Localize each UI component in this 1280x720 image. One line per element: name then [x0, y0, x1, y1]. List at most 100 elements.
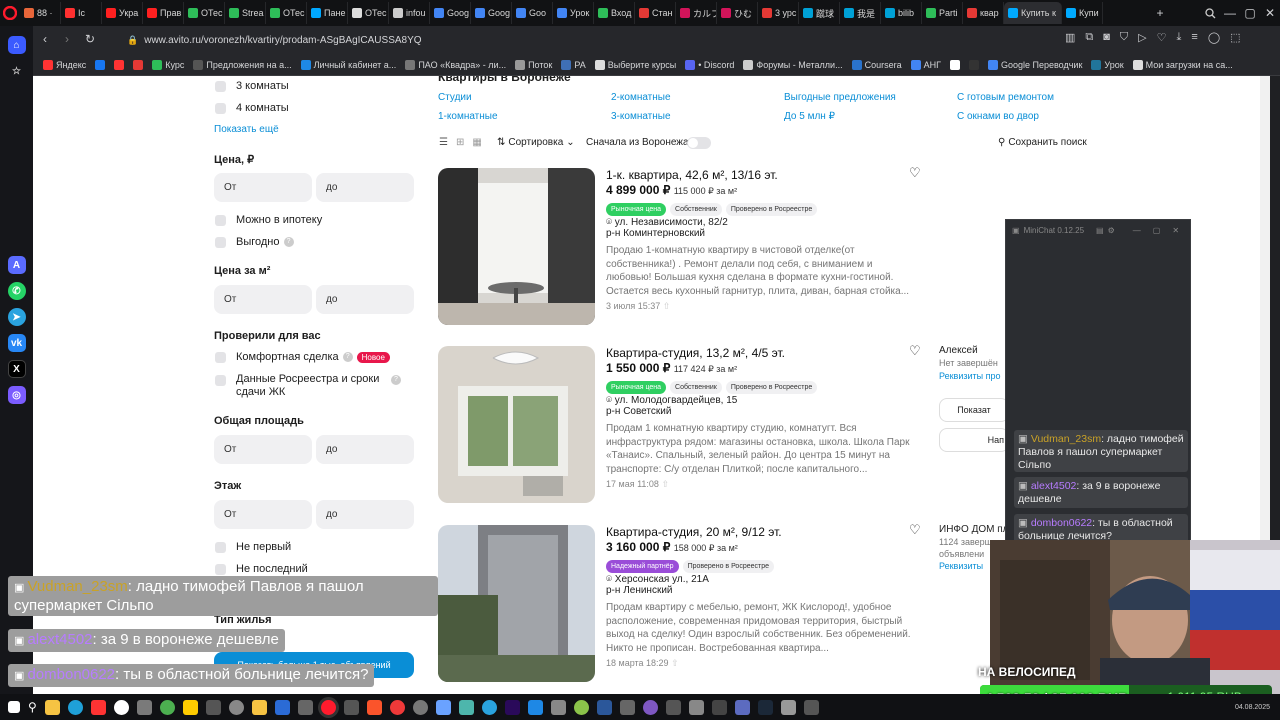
app-icon[interactable]: [803, 699, 819, 715]
quick-link-1room[interactable]: 1-комнатные: [438, 111, 498, 122]
app-icon[interactable]: [780, 699, 796, 715]
minichat-settings-icon[interactable]: ⚙: [1108, 226, 1115, 235]
quick-link-under-5m[interactable]: До 5 млн ₽: [784, 111, 835, 122]
browser-tab[interactable]: Goog: [471, 2, 512, 24]
extensions-icon[interactable]: ⬚: [1230, 31, 1240, 44]
yandex-icon[interactable]: [90, 699, 106, 715]
checkbox[interactable]: [215, 80, 226, 92]
bookmark-item[interactable]: [133, 59, 144, 70]
app-icon[interactable]: [734, 699, 750, 715]
app-icon[interactable]: [527, 699, 543, 715]
tab-icon[interactable]: ⧉: [1085, 31, 1093, 44]
minimize-window-button[interactable]: —: [1220, 3, 1240, 23]
bookmark-item[interactable]: Coursera: [851, 59, 902, 70]
whatsapp-icon[interactable]: ✆: [7, 282, 26, 300]
search-tabs-icon[interactable]: [1200, 3, 1220, 23]
minichat-copy-icon[interactable]: ▤: [1096, 226, 1104, 235]
app-icon[interactable]: [412, 699, 428, 715]
yandex-music-icon[interactable]: [182, 699, 198, 715]
bookmark-item[interactable]: Мои загрузки на са...: [1132, 59, 1233, 70]
play-icon[interactable]: ▷: [1138, 31, 1146, 44]
bookmark-item[interactable]: Форумы - Металли...: [743, 59, 843, 70]
bookmark-item[interactable]: [969, 59, 979, 70]
browser-tab[interactable]: ОТес: [184, 2, 225, 24]
browser-tab[interactable]: 蹴球: [799, 2, 840, 24]
bookmark-item[interactable]: • Discord: [685, 59, 734, 70]
bookmark-item[interactable]: Google Переводчик: [988, 59, 1082, 70]
minichat-maximize-icon[interactable]: ▢: [1153, 226, 1161, 235]
app-icon[interactable]: [343, 699, 359, 715]
quick-link-studios[interactable]: Студии: [438, 92, 472, 103]
windows-start-icon[interactable]: [8, 701, 20, 713]
seller-details-link[interactable]: Реквизиты: [939, 561, 983, 571]
show-more-link[interactable]: Показать ещё: [214, 124, 279, 135]
app-icon[interactable]: [573, 699, 589, 715]
listing-title[interactable]: Квартира-студия, 20 м², 9/12 эт.: [606, 525, 936, 539]
forward-icon[interactable]: ›: [65, 32, 69, 46]
split-screen-icon[interactable]: ▥: [1065, 31, 1075, 44]
bookmark-item[interactable]: Предложения на а...: [193, 59, 292, 70]
save-search-button[interactable]: ⚲ Сохранить поиск: [998, 137, 1087, 148]
quick-link-3rooms[interactable]: 3-комнатные: [611, 111, 671, 122]
app-icon[interactable]: [665, 699, 681, 715]
bookmark-item[interactable]: [950, 59, 960, 70]
browser-tab[interactable]: Пане: [307, 2, 348, 24]
grid-view-icon[interactable]: ⊞: [456, 137, 464, 148]
opera-taskbar-icon[interactable]: [320, 699, 336, 715]
bookmark-item[interactable]: Выберите курсы: [594, 59, 676, 70]
opera-logo-icon[interactable]: [0, 3, 20, 23]
quick-link-good-deals[interactable]: Выгодные предложения: [784, 92, 896, 103]
app-icon[interactable]: [297, 699, 313, 715]
url-field[interactable]: 🔒 www.avito.ru/voronezh/kvartiry/prodam-…: [121, 30, 1051, 50]
bookmark-item[interactable]: Личный кабинет а...: [300, 59, 396, 70]
list-view-icon[interactable]: ☰: [439, 137, 448, 148]
taskbar-search-icon[interactable]: ⚲: [28, 700, 37, 714]
listing-photo[interactable]: [438, 525, 595, 682]
browser-tab[interactable]: квар: [963, 2, 1004, 24]
browser-tab[interactable]: Прав: [143, 2, 184, 24]
heart-icon[interactable]: ♡: [1157, 31, 1167, 44]
app-icon[interactable]: [711, 699, 727, 715]
bookmark-item[interactable]: РА: [561, 59, 586, 70]
chrome-icon[interactable]: [159, 699, 175, 715]
bookmark-item[interactable]: Урок: [1091, 59, 1124, 70]
show-phone-button[interactable]: Показат: [939, 398, 1009, 422]
quick-link-2rooms[interactable]: 2-комнатные: [611, 92, 671, 103]
instagram-icon[interactable]: ◎: [7, 386, 26, 404]
vk-icon[interactable]: vk: [7, 334, 26, 352]
browser-tab[interactable]: Купи: [1062, 2, 1103, 24]
app-icon[interactable]: [642, 699, 658, 715]
favorite-heart-icon[interactable]: ♡: [909, 165, 921, 181]
app-icon[interactable]: [205, 699, 221, 715]
bookmark-item[interactable]: Курс: [152, 59, 184, 70]
listing-photo[interactable]: [438, 168, 595, 325]
star-icon[interactable]: ☆: [8, 62, 26, 80]
browser-tab[interactable]: Strea: [225, 2, 266, 24]
minichat-minimize-icon[interactable]: —: [1133, 226, 1141, 235]
browser-tab[interactable]: Укра: [102, 2, 143, 24]
minichat-close-icon[interactable]: ✕: [1172, 226, 1179, 235]
menu-icon[interactable]: ≡: [1191, 31, 1197, 44]
quick-link-yard-windows[interactable]: С окнами во двор: [957, 111, 1039, 122]
browser-tab[interactable]: 88 ·: [20, 2, 61, 24]
premiere-icon[interactable]: [504, 699, 520, 715]
telegram-icon[interactable]: ➤: [7, 308, 26, 326]
aria-ai-icon[interactable]: A: [7, 256, 26, 274]
browser-tab[interactable]: 3 урс: [758, 2, 799, 24]
bookmark-item[interactable]: [114, 59, 125, 70]
listing-photo[interactable]: [438, 346, 595, 503]
brave-icon[interactable]: [366, 699, 382, 715]
browser-tab[interactable]: Урок: [553, 2, 594, 24]
seller-details-link[interactable]: Реквизиты про: [939, 371, 1001, 381]
filter-rooms-4[interactable]: 4 комнаты: [215, 102, 289, 114]
browser-tab[interactable]: Купить к: [1004, 2, 1062, 24]
calculator-icon[interactable]: [136, 699, 152, 715]
app-icon[interactable]: [619, 699, 635, 715]
quick-link-renovated[interactable]: С готовым ремонтом: [957, 92, 1054, 103]
app-icon[interactable]: [458, 699, 474, 715]
listing-title[interactable]: Квартира-студия, 13,2 м², 4/5 эт.: [606, 346, 936, 360]
folder-icon[interactable]: [251, 699, 267, 715]
download-icon[interactable]: ⤓: [1177, 31, 1182, 44]
bookmark-item[interactable]: [95, 59, 106, 70]
close-window-button[interactable]: ✕: [1260, 3, 1280, 23]
